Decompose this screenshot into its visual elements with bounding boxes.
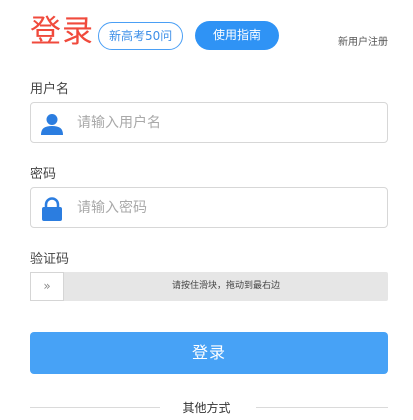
divider-right [256, 407, 388, 408]
password-field[interactable] [30, 187, 388, 228]
slider-instruction: 请按住滑块，拖动到最右边 [171, 281, 280, 291]
faq-tag-link[interactable]: 新高考50问 [98, 22, 184, 50]
username-field[interactable] [30, 102, 388, 143]
captcha-label: 验证码 [30, 252, 70, 267]
slider-handle[interactable]: » [30, 272, 64, 301]
page-title: 登录 [30, 14, 94, 50]
user-guide-button[interactable]: 使用指南 [195, 21, 279, 50]
username-input[interactable] [77, 103, 377, 142]
password-input[interactable] [77, 188, 377, 227]
login-button[interactable]: 登录 [30, 332, 388, 374]
lock-icon [42, 197, 62, 221]
user-icon [41, 114, 63, 135]
password-label: 密码 [30, 167, 57, 182]
captcha-slider[interactable]: » 请按住滑块，拖动到最右边 [30, 272, 388, 301]
username-label: 用户名 [30, 82, 70, 97]
register-link[interactable]: 新用户注册 [338, 33, 388, 48]
